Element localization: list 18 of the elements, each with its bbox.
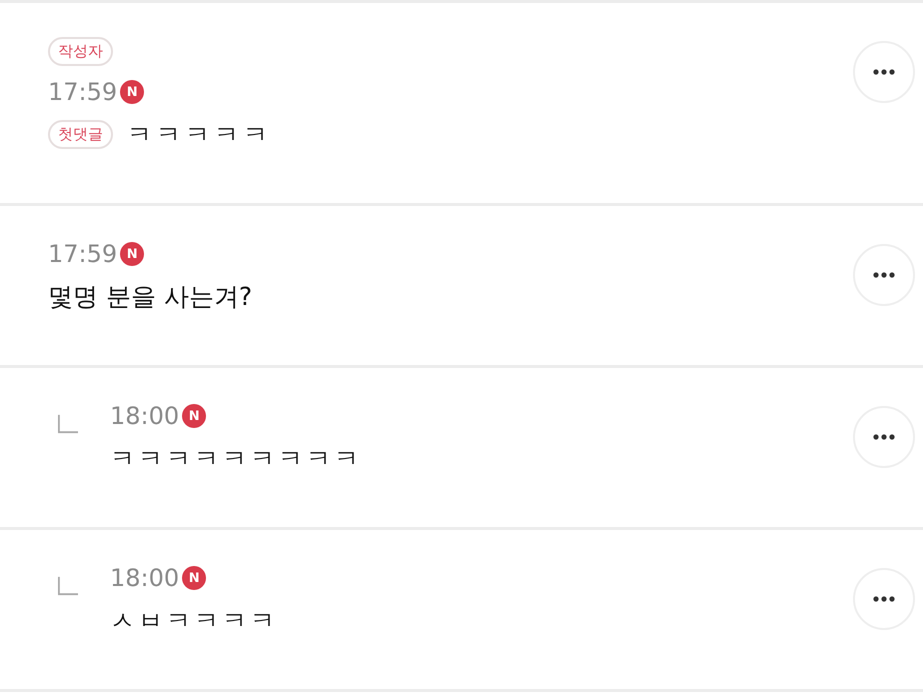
comment-time: 17:59 — [48, 78, 118, 106]
comment-time: 18:00 — [110, 402, 180, 430]
new-badge: N — [120, 80, 144, 104]
more-icon — [873, 434, 895, 440]
more-icon — [873, 596, 895, 602]
comment-time: 17:59 — [48, 240, 118, 268]
comment-text: ㅋㅋㅋㅋㅋ — [127, 119, 272, 151]
comment-time: 18:00 — [110, 564, 180, 592]
comment-text: ㅋㅋㅋㅋㅋㅋㅋㅋㅋ — [110, 443, 362, 475]
more-icon — [873, 69, 895, 75]
first-comment-tag: 첫댓글 — [48, 120, 113, 149]
new-badge: N — [120, 242, 144, 266]
new-badge: N — [182, 404, 206, 428]
author-tag: 작성자 — [48, 37, 113, 66]
comment-text: ㅅㅂㅋㅋㅋㅋ — [110, 605, 278, 637]
comment-text: 몇명 분을 사는겨? — [48, 281, 252, 313]
new-badge: N — [182, 566, 206, 590]
more-icon — [873, 272, 895, 278]
